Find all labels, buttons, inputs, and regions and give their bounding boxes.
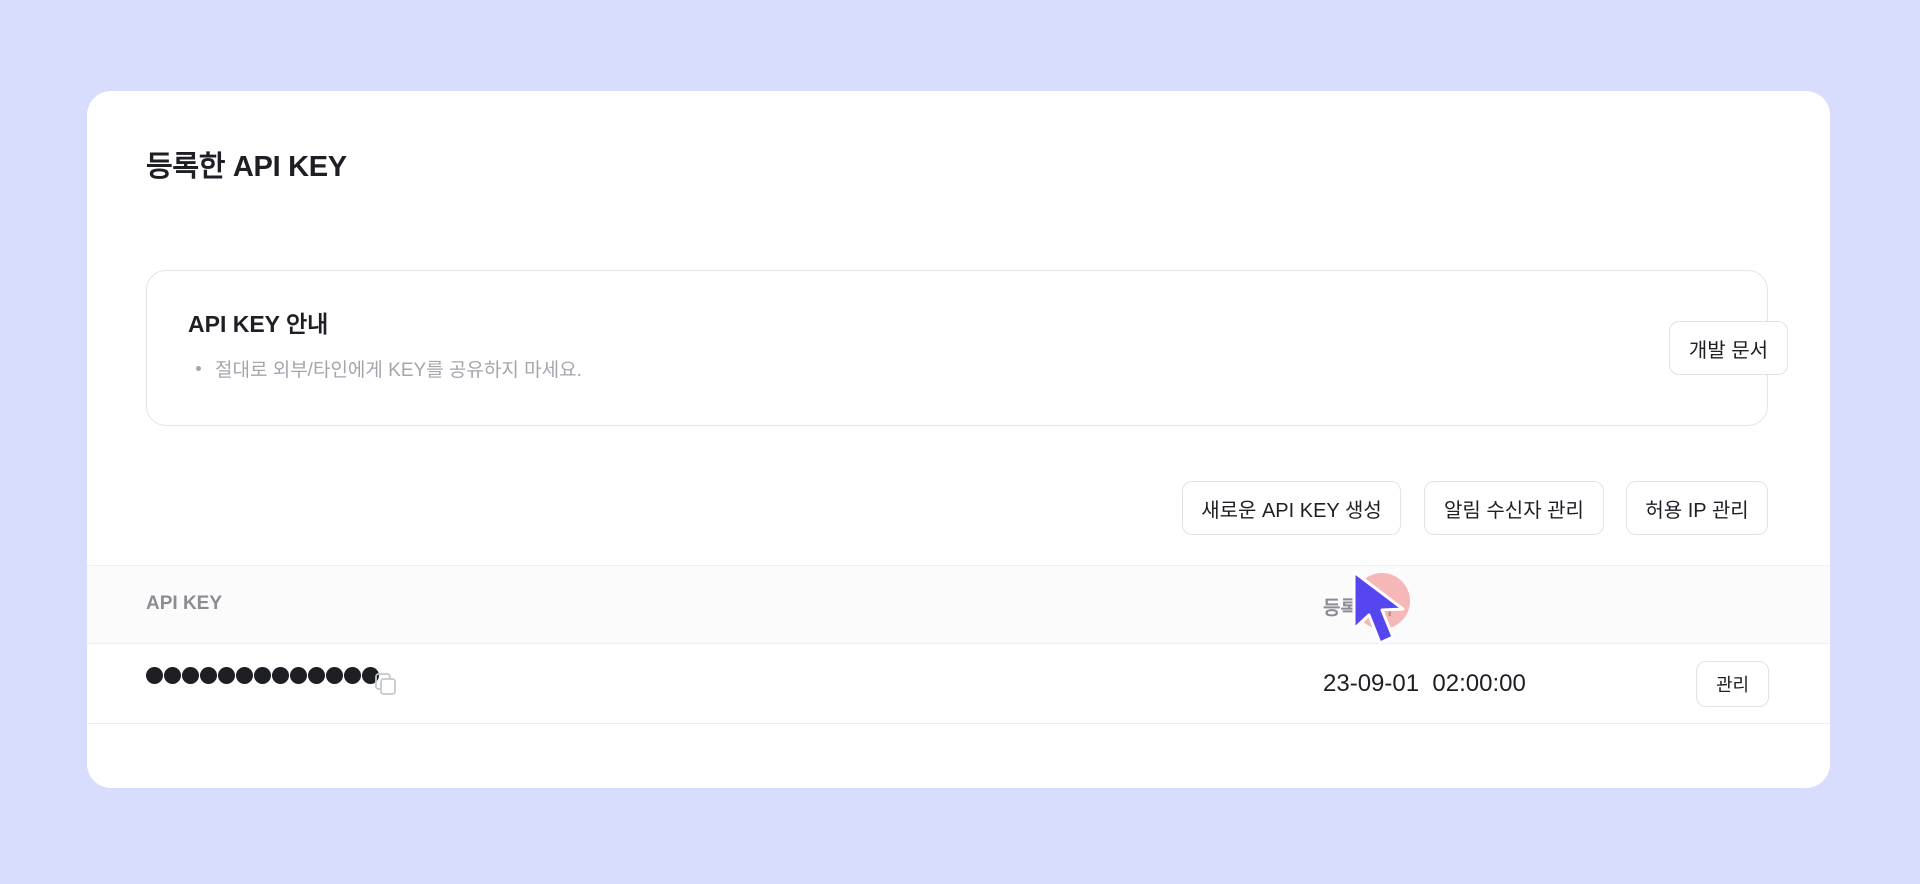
notice-bullet-text: 절대로 외부/타인에게 KEY를 공유하지 마세요. [215, 360, 582, 381]
mask-dot [290, 667, 307, 684]
copy-icon[interactable] [374, 672, 398, 696]
mask-dot [182, 667, 199, 684]
notice-title: API KEY 안내 [188, 311, 329, 337]
page-title: 등록한 API KEY [146, 151, 347, 183]
manage-key-button[interactable]: 관리 [1696, 661, 1769, 707]
mask-dot [200, 667, 217, 684]
mask-dot [254, 667, 271, 684]
mask-dot [344, 667, 361, 684]
mask-dot [146, 667, 163, 684]
bullet-dot-icon [196, 366, 201, 371]
mask-dot [236, 667, 253, 684]
api-key-notice: API KEY 안내 절대로 외부/타인에게 KEY를 공유하지 마세요. 개발… [146, 270, 1788, 426]
registered-at-value: 23-09-01 02:00:00 [1323, 670, 1526, 697]
table-header: API KEY 등록일시 [87, 565, 1830, 644]
mask-dot [272, 667, 289, 684]
api-key-card: 등록한 API KEY API KEY 안내 절대로 외부/타인에게 KEY를 … [87, 91, 1830, 788]
manage-recipients-button[interactable]: 알림 수신자 관리 [1424, 481, 1604, 535]
table-row: ●●●●●●●●●●●●● 23-09-01 02:00:00 관리 [87, 644, 1830, 724]
manage-allowed-ip-button[interactable]: 허용 IP 관리 [1626, 481, 1768, 535]
mask-dot [308, 667, 325, 684]
mask-dot [326, 667, 343, 684]
column-header-api-key: API KEY [146, 593, 223, 614]
create-api-key-button[interactable]: 새로운 API KEY 생성 [1182, 481, 1401, 535]
notice-bullet-item: 절대로 외부/타인에게 KEY를 공유하지 마세요. [196, 355, 582, 382]
masked-api-key: ●●●●●●●●●●●●● [146, 667, 379, 684]
mask-dot [218, 667, 235, 684]
mask-dot [164, 667, 181, 684]
column-header-registered-at: 등록일시 [1323, 598, 1393, 619]
dev-docs-button[interactable]: 개발 문서 [1669, 321, 1788, 375]
